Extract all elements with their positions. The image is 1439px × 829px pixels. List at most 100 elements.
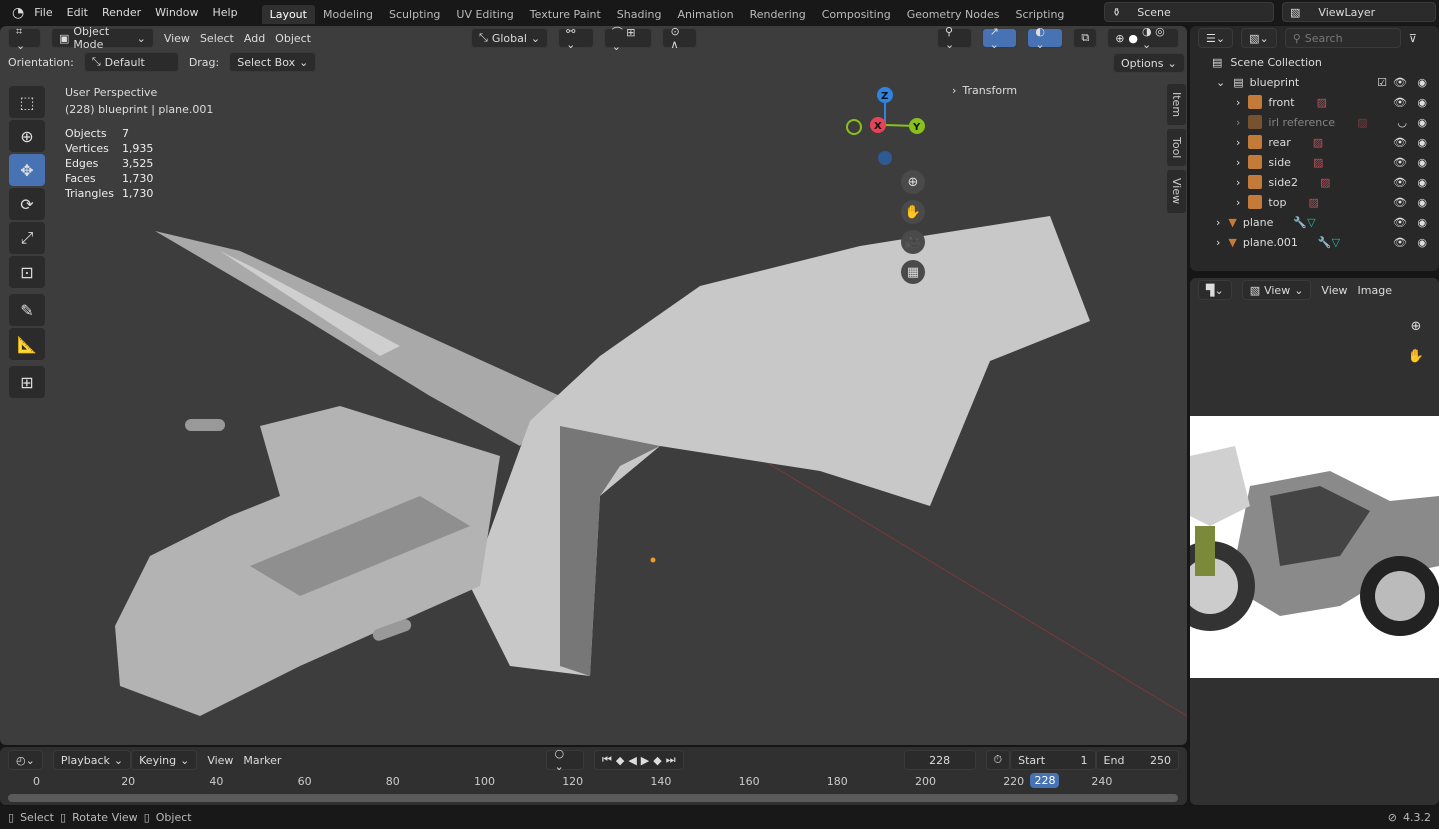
navigation-gizmo[interactable]: Z Y X [840, 80, 930, 170]
sidebar-tab-item[interactable]: Item [1167, 84, 1186, 126]
timeline-scrollbar[interactable] [8, 794, 1178, 802]
ortho-grid-icon[interactable]: ▦ [901, 260, 925, 284]
chevron-right-icon[interactable]: › [1236, 116, 1240, 129]
transform-tool-icon[interactable]: ⊡ [9, 256, 45, 288]
tab-compositing[interactable]: Compositing [814, 5, 899, 24]
eye-icon[interactable]: 👁 [1393, 216, 1407, 229]
add-cube-tool-icon[interactable]: ⊞ [9, 366, 45, 398]
auto-keying-toggle[interactable]: ○ ⌄ [546, 747, 584, 773]
view-layer-name[interactable]: ViewLayer [1318, 6, 1375, 19]
tab-rendering[interactable]: Rendering [742, 5, 814, 24]
sidebar-tab-view[interactable]: View [1167, 170, 1186, 213]
menu-window[interactable]: Window [155, 6, 198, 19]
scene-collection-item[interactable]: ▤ Scene Collection [1212, 52, 1439, 72]
camera-icon[interactable]: ◉ [1417, 76, 1427, 89]
menu-edit[interactable]: Edit [67, 6, 88, 19]
current-frame-field[interactable]: 228 [903, 750, 976, 770]
camera-icon[interactable]: ◉ [1417, 96, 1427, 109]
image-empty-item[interactable]: › rear ▨ 👁 ◉ [1212, 132, 1439, 152]
zoom-icon[interactable]: ⊕ [1404, 314, 1428, 338]
eye-icon[interactable]: 👁 [1393, 196, 1407, 209]
view-mode-dropdown[interactable]: ▧ View ⌄ [1241, 280, 1312, 300]
image-empty-item[interactable]: › front ▨ 👁 ◉ [1212, 92, 1439, 112]
view-layer-selector[interactable]: ▧ ViewLayer [1282, 2, 1436, 22]
image-editor[interactable]: ▜⌄ ▧ View ⌄ View Image ⊕ ✋ [1190, 278, 1439, 805]
menu-view[interactable]: View [1321, 284, 1347, 297]
tab-modeling[interactable]: Modeling [315, 5, 381, 24]
menu-help[interactable]: Help [213, 6, 238, 19]
eye-icon[interactable]: 👁 [1393, 96, 1407, 109]
rotate-tool-icon[interactable]: ⟳ [9, 188, 45, 220]
eye-icon[interactable]: 👁 [1393, 236, 1407, 249]
exclude-checkbox[interactable]: ☑ [1377, 76, 1387, 89]
blender-logo-icon[interactable]: ◔ [12, 5, 24, 21]
camera-icon[interactable]: ◉ [1417, 176, 1427, 189]
tab-scripting[interactable]: Scripting [1007, 5, 1072, 24]
jump-end-icon[interactable]: ⏭ [666, 753, 676, 767]
tab-geometry-nodes[interactable]: Geometry Nodes [899, 5, 1008, 24]
current-frame-indicator[interactable]: 228 [1030, 773, 1060, 788]
jump-start-icon[interactable]: ⏮ [602, 753, 612, 767]
measure-tool-icon[interactable]: 📐 [9, 328, 45, 360]
eye-icon[interactable]: 👁 [1393, 156, 1407, 169]
transform-panel-header[interactable]: › Transform [952, 84, 1160, 97]
menu-render[interactable]: Render [102, 6, 141, 19]
image-editor-type[interactable]: ▜⌄ [1198, 280, 1232, 300]
play-icon[interactable]: ▶ [641, 754, 649, 767]
zoom-icon[interactable]: ⊕ [901, 170, 925, 194]
pan-hand-icon[interactable]: ✋ [901, 200, 925, 224]
camera-icon[interactable]: ◉ [1417, 216, 1427, 229]
options-button[interactable]: Options ⌄ [1113, 53, 1185, 73]
outliner-editor-type[interactable]: ☰⌄ [1198, 28, 1234, 48]
camera-icon[interactable]: ◉ [1417, 136, 1427, 149]
camera-view-icon[interactable]: 🎥 [901, 230, 925, 254]
chevron-down-icon[interactable]: ⌄ [1216, 76, 1225, 89]
scale-tool-icon[interactable]: ⤢ [9, 222, 45, 254]
object-item-plane[interactable]: › ▼ plane 🔧 ▽ 👁 ◉ [1212, 212, 1439, 232]
annotate-tool-icon[interactable]: ✎ [9, 294, 45, 326]
scene-selector[interactable]: ⚱ Scene [1104, 2, 1274, 22]
camera-icon[interactable]: ◉ [1417, 196, 1427, 209]
playback-dropdown[interactable]: Playback ⌄ [52, 750, 132, 770]
collection-item-blueprint[interactable]: ⌄ ▤ blueprint ☑ 👁 ◉ [1212, 72, 1439, 92]
tab-layout[interactable]: Layout [261, 4, 315, 24]
eye-icon[interactable]: 👁 [1393, 136, 1407, 149]
gizmo-y-label[interactable]: Y [912, 122, 921, 133]
image-empty-item[interactable]: › side2 ▨ 👁 ◉ [1212, 172, 1439, 192]
start-frame-field[interactable]: Start 1 [1010, 750, 1096, 770]
play-reverse-icon[interactable]: ◀ [628, 754, 636, 767]
menu-marker[interactable]: Marker [243, 754, 281, 767]
camera-icon[interactable]: ◉ [1417, 236, 1427, 249]
menu-view[interactable]: View [207, 754, 233, 767]
keying-dropdown[interactable]: Keying ⌄ [131, 750, 198, 770]
eye-icon[interactable]: 👁 [1393, 76, 1407, 89]
tab-texture-paint[interactable]: Texture Paint [522, 5, 609, 24]
eye-icon[interactable]: 👁 [1393, 176, 1407, 189]
tab-shading[interactable]: Shading [609, 5, 670, 24]
filter-icon[interactable]: ⊽ [1409, 32, 1417, 45]
end-frame-field[interactable]: End 250 [1095, 750, 1179, 770]
chevron-right-icon[interactable]: › [1236, 136, 1240, 149]
chevron-right-icon[interactable]: › [1236, 96, 1240, 109]
chevron-right-icon[interactable]: › [1216, 236, 1220, 249]
menu-image[interactable]: Image [1358, 284, 1392, 297]
camera-icon[interactable]: ◉ [1417, 116, 1427, 129]
chevron-right-icon[interactable]: › [1236, 196, 1240, 209]
prev-keyframe-icon[interactable]: ◆ [616, 754, 624, 767]
preview-range-toggle[interactable]: ⏱ [985, 750, 1011, 770]
eye-closed-icon[interactable]: ◡ [1397, 116, 1407, 129]
sidebar-tab-tool[interactable]: Tool [1167, 129, 1186, 167]
frame-ruler[interactable]: 0 20 40 60 80 100 120 140 160 180 200 220 240 228 [0, 773, 1187, 793]
gizmo-x-label[interactable]: X [874, 121, 882, 132]
outliner-search-input[interactable]: ⚲ Search [1284, 28, 1401, 48]
gizmo-z-label[interactable]: Z [881, 91, 888, 102]
image-empty-item[interactable]: › top ▨ 👁 ◉ [1212, 192, 1439, 212]
chevron-right-icon[interactable]: › [1236, 156, 1240, 169]
image-empty-item[interactable]: › side ▨ 👁 ◉ [1212, 152, 1439, 172]
tab-animation[interactable]: Animation [669, 5, 741, 24]
move-tool-icon[interactable]: ✥ [9, 154, 45, 186]
scene-name[interactable]: Scene [1137, 6, 1171, 19]
image-empty-item[interactable]: › irl reference ▨ ◡ ◉ [1212, 112, 1439, 132]
next-keyframe-icon[interactable]: ◆ [653, 754, 661, 767]
chevron-right-icon[interactable]: › [1236, 176, 1240, 189]
